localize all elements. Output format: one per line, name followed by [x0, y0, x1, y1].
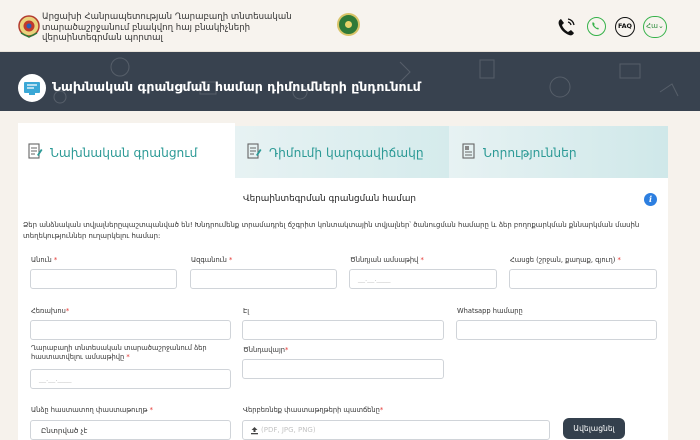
- page-title: Նախնական գրանցման համար դիմումների ընդու…: [52, 79, 421, 94]
- org-name[interactable]: Արցախի Հանրապետության Ղարաբաղի տնտեսական…: [42, 12, 297, 44]
- address-label: Հասցե (շրջան, քաղաք, գյուղ) *: [510, 256, 621, 264]
- id-document-label: Անձը հաստատող փաստաթուղթ *: [31, 406, 153, 414]
- faq-icon[interactable]: FAQ: [615, 17, 635, 37]
- phone-input[interactable]: [30, 320, 231, 340]
- language-selector[interactable]: Հա⌄: [643, 16, 667, 38]
- id-document-value: Ընտրված չէ: [41, 426, 88, 435]
- form-panel: [18, 178, 668, 440]
- attachments-placeholder: (PDF, JPG, PNG): [261, 426, 316, 434]
- tab-label: Նախնական գրանցում: [50, 146, 198, 160]
- chevron-down-icon: ⌄: [657, 22, 664, 30]
- status-icon: [247, 143, 262, 159]
- last-name-input[interactable]: [190, 269, 337, 289]
- residence-date-placeholder: __.__.____: [39, 375, 72, 383]
- id-document-select[interactable]: Ընտրված չէ: [30, 420, 231, 440]
- form-intro: Ձեր անձնական տվյալներըպաշտպանված են! Խնդ…: [23, 221, 640, 240]
- monitor-icon: [18, 74, 46, 102]
- language-label: Հա: [646, 22, 658, 30]
- birthplace-input[interactable]: [242, 359, 444, 379]
- first-name-input[interactable]: [30, 269, 177, 289]
- email-input[interactable]: [242, 320, 444, 340]
- attachments-input[interactable]: (PDF, JPG, PNG): [242, 420, 550, 440]
- attachments-label: Վերբեռնեք փաստաթղթերի պատճենը*: [243, 406, 384, 414]
- residence-date-label: Ղարաբաղի տնտեսական տարածաշրջանում ձեր հա…: [31, 344, 207, 361]
- tab-news[interactable]: Նորություններ: [449, 126, 668, 178]
- top-header: Արցախի Հանրապետության Ղարաբաղի տնտեսական…: [0, 0, 700, 52]
- tab-label: Նորություններ: [483, 146, 577, 160]
- tab-application-status[interactable]: Դիմումի կարգավիճակը: [235, 126, 449, 178]
- email-label: Էլ: [243, 307, 250, 315]
- emblem-icon[interactable]: [18, 14, 40, 38]
- address-input[interactable]: [509, 269, 657, 289]
- first-name-label: Անուն *: [31, 256, 58, 264]
- birthplace-label: Ծննդավայր*: [243, 346, 289, 354]
- last-name-label: Ազգանուն *: [191, 256, 233, 264]
- whatsapp-icon[interactable]: [587, 17, 606, 36]
- form-title: Վերաինտեգրման գրանցման համար: [243, 194, 416, 204]
- tab-bar: Նախնական գրանցում Դիմումի կարգավիճակը Նո…: [18, 123, 668, 178]
- tab-label: Դիմումի կարգավիճակը: [269, 146, 424, 160]
- phone-label: Հեռախոս*: [31, 307, 70, 315]
- whatsapp-input[interactable]: [456, 320, 657, 340]
- info-icon[interactable]: i: [644, 193, 657, 206]
- birth-date-input[interactable]: __.__.____: [349, 269, 497, 289]
- form-icon: [28, 143, 43, 159]
- residence-date-input[interactable]: __.__.____: [30, 369, 231, 389]
- phone-icon[interactable]: [556, 17, 576, 37]
- news-icon: [462, 143, 475, 159]
- birth-date-placeholder: __.__.____: [358, 275, 391, 283]
- whatsapp-label: Whatsapp համարը: [457, 307, 523, 315]
- birth-date-label: Ծննդյան ամսաթիվ *: [350, 256, 424, 264]
- upload-icon: [251, 427, 258, 435]
- logo-icon[interactable]: [337, 13, 360, 36]
- add-button[interactable]: Ավելացնել: [563, 418, 625, 439]
- tab-preliminary-registration[interactable]: Նախնական գրանցում: [18, 123, 235, 178]
